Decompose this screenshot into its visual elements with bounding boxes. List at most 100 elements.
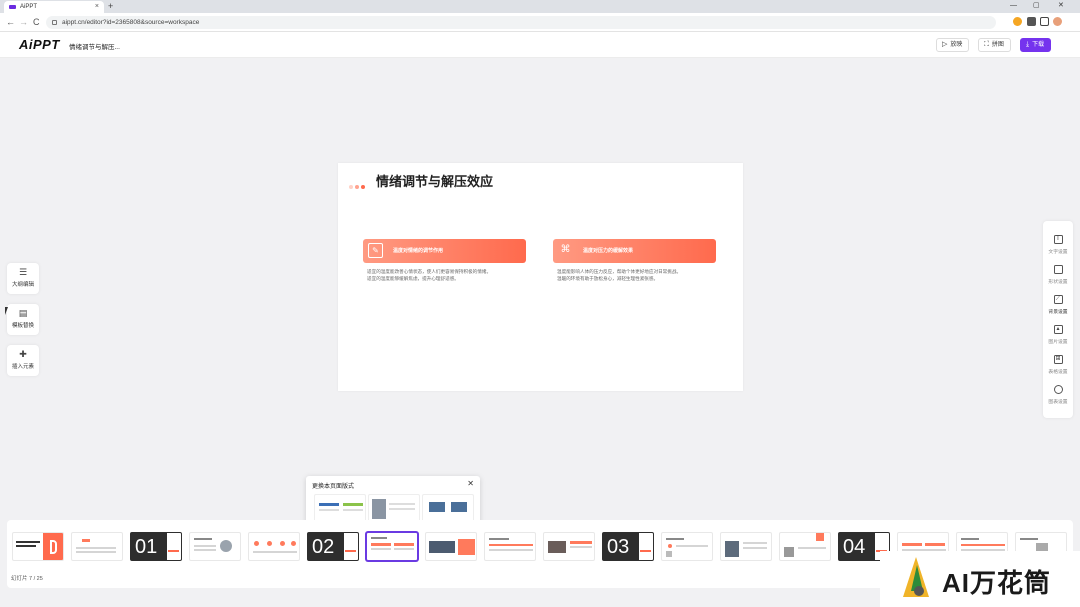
insert-element-label: 插入元素 [11, 364, 34, 370]
slide-thumb-2[interactable] [71, 532, 123, 561]
slide-thumb-6[interactable]: 02 [307, 532, 359, 561]
chart-settings-label: 图表设置 [1048, 400, 1068, 405]
chart-settings-button[interactable]: 图表设置 [1043, 382, 1073, 412]
card-body-line: 温度能影响人体的压力反应，帮助个体更好地应对日常挑战。 [557, 269, 682, 274]
slide-canvas[interactable]: 情绪调节与解压效应 ✎ 温度对情绪的调节作用 适宜的温度能改善心情状态，使人们更… [338, 163, 743, 391]
window-maximize-button[interactable]: ▢ [1033, 0, 1040, 12]
chapter-number: 02 [312, 536, 335, 558]
popup-title: 更换本页面版式 [312, 484, 355, 490]
new-tab-button[interactable]: + [108, 0, 113, 13]
browser-tabstrip: AiPPT × + — ▢ ✕ [0, 0, 1080, 13]
url-text: aippt.cn/editor?id=2365808&source=worksp… [62, 19, 200, 26]
card-heading-2[interactable]: ⌘ 温度对压力的缓解效果 [553, 239, 716, 263]
leaf-icon: ✎ [368, 243, 383, 258]
page-count: 幻灯片 7 / 25 [11, 576, 43, 582]
app-header: AiPPT 情绪调节与解压... ▷ 放映 ⛶ 拼图 ⤓ 下载 [0, 32, 1080, 58]
card-heading-1[interactable]: ✎ 温度对情绪的调节作用 [363, 239, 526, 263]
extension-chrome-icon[interactable] [1013, 17, 1022, 26]
chart-icon [1053, 385, 1063, 394]
text-settings-label: 文字设置 [1048, 250, 1068, 255]
card-heading-text: 温度对情绪的调节作用 [393, 248, 444, 254]
slide-thumb-10[interactable] [543, 532, 595, 561]
slide-thumb-9[interactable] [484, 532, 536, 561]
text-settings-button[interactable]: T 文字设置 [1043, 232, 1073, 262]
outline-edit-label: 大纲编辑 [11, 282, 34, 288]
jigsaw-button[interactable]: ⛶ 拼图 [978, 38, 1011, 52]
slide-thumb-13[interactable] [720, 532, 772, 561]
background-settings-button[interactable]: ⟋ 背景设置 [1043, 292, 1073, 322]
template-replace-label: 模板替换 [11, 323, 34, 329]
watermark-text: AI万花筒 [942, 568, 1052, 598]
slide-thumb-5[interactable] [248, 532, 300, 561]
slide-thumb-4[interactable] [189, 532, 241, 561]
jigsaw-label: 拼图 [991, 42, 1004, 48]
jigsaw-icon: ⛶ [984, 41, 989, 48]
download-label: 下载 [1032, 42, 1045, 48]
slide-thumb-11[interactable]: 03 [602, 532, 654, 561]
background-settings-label: 背景设置 [1048, 310, 1068, 315]
template-replace-button[interactable]: ▤ 模板替换 [7, 304, 39, 335]
logo-text: AiPPT [19, 37, 60, 52]
slide-thumb-1[interactable] [12, 532, 64, 561]
popup-close-button[interactable]: ✕ [467, 479, 474, 488]
background-icon: ⟋ [1053, 295, 1063, 304]
window-minimize-button[interactable]: — [1010, 0, 1017, 12]
present-label: 放映 [950, 42, 963, 48]
tab-close-icon[interactable]: × [95, 1, 99, 13]
shape-settings-label: 形状设置 [1048, 280, 1068, 285]
reload-button[interactable]: C [33, 16, 40, 28]
card-body-line: 适宜的温度能改善心情状态，使人们更容易保持积极的情绪。 [367, 269, 492, 274]
lock-icon [52, 20, 57, 25]
present-button[interactable]: ▷ 放映 [936, 38, 970, 52]
forward-button[interactable]: → [19, 16, 28, 28]
profile-avatar[interactable] [1053, 17, 1062, 26]
download-icon: ⤓ [1026, 41, 1030, 48]
image-settings-button[interactable]: ▴ 图片设置 [1043, 322, 1073, 352]
layout-option-2[interactable] [368, 494, 420, 522]
shape-icon [1053, 265, 1063, 274]
address-bar: ← → C aippt.cn/editor?id=2365808&source=… [0, 13, 1080, 32]
watermark-logo: AI万花筒 [880, 551, 1080, 607]
outline-edit-button[interactable]: ☰ 大纲编辑 [7, 263, 39, 294]
slide-title[interactable]: 情绪调节与解压效应 [376, 171, 493, 190]
template-icon: ▤ [18, 308, 28, 318]
card-heading-text: 温度对压力的缓解效果 [583, 248, 634, 254]
slide-thumb-12[interactable] [661, 532, 713, 561]
extension-puzzle-icon[interactable] [1027, 17, 1036, 26]
chapter-number: 04 [843, 536, 866, 558]
tab-favicon-icon [9, 5, 16, 9]
insert-element-button[interactable]: ✚ 插入元素 [7, 345, 39, 376]
outline-icon: ☰ [18, 267, 28, 277]
text-icon: T [1053, 235, 1063, 244]
slide-thumb-3[interactable]: 01 [130, 532, 182, 561]
table-settings-label: 表格设置 [1048, 370, 1068, 375]
window-close-button[interactable]: ✕ [1058, 0, 1064, 12]
play-icon: ▷ [942, 41, 948, 48]
slide-thumb-7-selected[interactable] [366, 532, 418, 561]
grid-icon: ⌘ [560, 244, 571, 255]
layout-option-1[interactable] [314, 494, 366, 522]
download-button[interactable]: ⤓ 下载 [1020, 38, 1052, 52]
card-body-1[interactable]: 适宜的温度能改善心情状态，使人们更容易保持积极的情绪。 适宜的温度能够缓解焦虑，… [367, 268, 532, 282]
image-settings-label: 图片设置 [1048, 340, 1068, 345]
right-toolbar: T 文字设置 形状设置 ⟋ 背景设置 ▴ 图片设置 ⊞ 表格设置 图表设置 [1043, 221, 1073, 418]
table-icon: ⊞ [1053, 355, 1063, 364]
layout-option-3[interactable] [422, 494, 474, 522]
slide-thumb-8[interactable] [425, 532, 477, 561]
document-title[interactable]: 情绪调节与解压... [69, 41, 120, 51]
layout-switch-popup: 更换本页面版式 ✕ [306, 476, 480, 526]
mouse-cursor-icon [5, 307, 8, 315]
card-body-line: 温暖的环境有助于放松身心，减轻生理性紧张感。 [557, 276, 659, 281]
sidebar-toggle-icon[interactable] [1040, 17, 1049, 26]
back-button[interactable]: ← [6, 16, 15, 28]
card-body-2[interactable]: 温度能影响人体的压力反应，帮助个体更好地应对日常挑战。 温暖的环境有助于放松身心… [557, 268, 722, 282]
url-field[interactable]: aippt.cn/editor?id=2365808&source=worksp… [46, 16, 996, 29]
insert-icon: ✚ [19, 349, 27, 359]
image-icon: ▴ [1053, 325, 1063, 334]
slide-thumb-14[interactable] [779, 532, 831, 561]
chapter-number: 01 [135, 536, 158, 558]
browser-tab[interactable]: AiPPT × [4, 1, 104, 13]
shape-settings-button[interactable]: 形状设置 [1043, 262, 1073, 292]
table-settings-button[interactable]: ⊞ 表格设置 [1043, 352, 1073, 382]
aippt-logo[interactable]: AiPPT [19, 37, 60, 52]
